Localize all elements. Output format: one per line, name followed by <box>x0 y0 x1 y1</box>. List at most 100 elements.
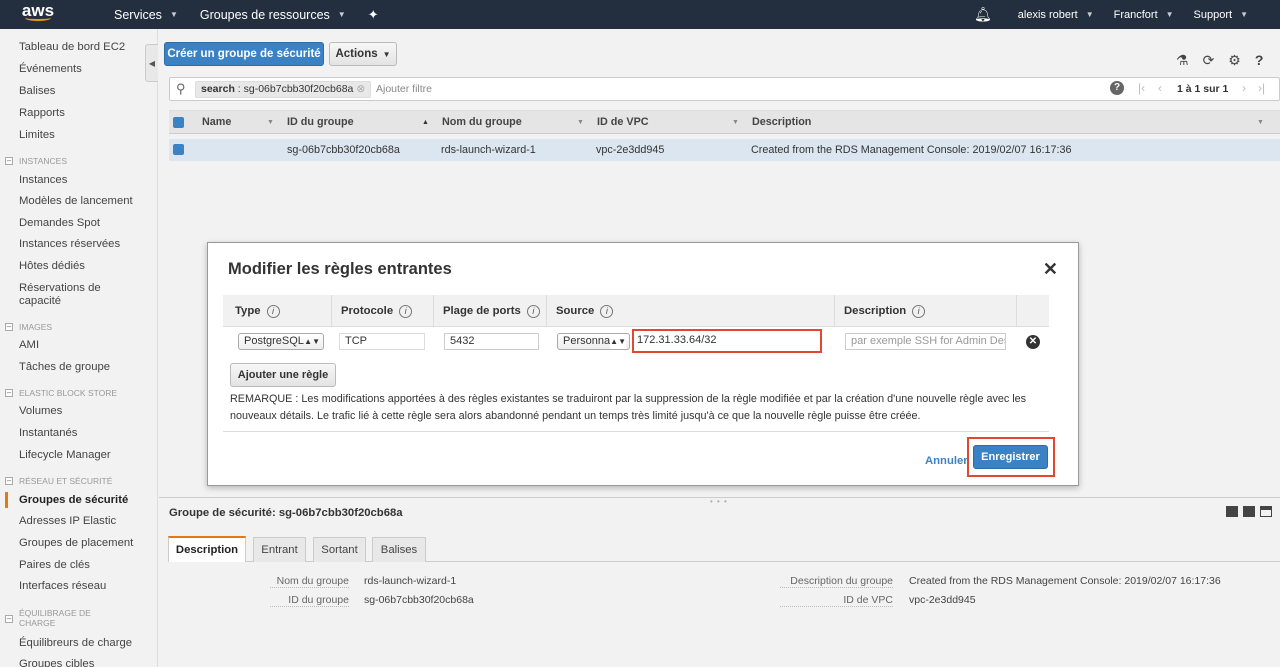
sidebar-item-ami[interactable]: AMI <box>19 339 154 352</box>
sidebar-item-dedicated[interactable]: Hôtes dédiés <box>19 260 154 273</box>
sort-asc-icon[interactable]: ▲ <box>422 111 429 135</box>
sidebar-item-spot[interactable]: Demandes Spot <box>19 217 154 230</box>
services-menu[interactable]: Services ▼ <box>114 8 178 22</box>
prev-page-icon[interactable]: ‹ <box>1158 81 1162 95</box>
sidebar-item-interfaces[interactable]: Interfaces réseau <box>19 580 154 593</box>
collapse-icon[interactable]: – <box>5 615 13 623</box>
token-value: sg-06b7cbb30f20cb68a <box>243 83 354 95</box>
sidebar-item-limits[interactable]: Limites <box>19 129 154 142</box>
sidebar-item-tags[interactable]: Balises <box>19 85 154 98</box>
sidebar-item-launch-templates[interactable]: Modèles de lancement <box>19 195 154 208</box>
sidebar-item-volumes[interactable]: Volumes <box>19 405 154 418</box>
description-input[interactable]: par exemple SSH for Admin Desktop <box>845 333 1006 350</box>
modal-title: Modifier les règles entrantes <box>228 260 452 278</box>
search-icon: ⚲ <box>176 81 186 96</box>
collapse-icon[interactable]: – <box>5 389 13 397</box>
resource-groups-menu[interactable]: Groupes de ressources ▼ <box>200 8 346 22</box>
sidebar-item-capacity[interactable]: Réservations de capacité <box>19 282 119 308</box>
row-description: Created from the RDS Management Console:… <box>751 144 1072 156</box>
type-value: PostgreSQL <box>244 335 304 347</box>
column-divider <box>834 295 835 327</box>
tab-description[interactable]: Description <box>168 536 246 562</box>
col-group-id[interactable]: ID du groupe <box>287 111 354 135</box>
sidebar-item-security-groups[interactable]: Groupes de sécurité <box>19 494 154 507</box>
aws-logo[interactable]: aws <box>0 2 76 21</box>
resize-handle[interactable]: • • • <box>710 497 728 506</box>
footer-divider <box>223 431 1049 432</box>
select-all-checkbox[interactable] <box>173 117 184 128</box>
layout-top-icon[interactable] <box>1260 506 1272 517</box>
gear-icon[interactable]: ⚙ <box>1228 52 1241 68</box>
sidebar-item-bundle[interactable]: Tâches de groupe <box>19 361 154 374</box>
collapse-icon[interactable]: – <box>5 477 13 485</box>
col-vpc-id[interactable]: ID de VPC <box>597 111 649 135</box>
group-id-label: ID du groupe <box>270 594 349 607</box>
sidebar-item-placement[interactable]: Groupes de placement <box>19 537 154 550</box>
chevron-down-icon: ▼ <box>382 49 391 59</box>
first-page-icon[interactable]: |‹ <box>1138 81 1145 95</box>
region-menu[interactable]: Francfort ▼ <box>1114 9 1174 21</box>
port-range-input[interactable]: 5432 <box>444 333 539 350</box>
info-icon[interactable]: i <box>266 304 280 318</box>
info-icon[interactable]: i <box>526 304 540 318</box>
tab-inbound[interactable]: Entrant <box>253 537 306 562</box>
col-name[interactable]: Name <box>202 111 231 135</box>
sidebar-item-lifecycle[interactable]: Lifecycle Manager <box>19 449 154 462</box>
add-rule-button[interactable]: Ajouter une règle <box>230 363 336 387</box>
source-type-select[interactable]: Personnalisé ▲▼ <box>557 333 630 350</box>
pin-icon[interactable]: ✦ <box>368 7 379 23</box>
sidebar-item-target-groups[interactable]: Groupes cibles <box>19 658 154 667</box>
sort-icon[interactable]: ▼ <box>267 111 274 135</box>
sidebar-item-elastic-ips[interactable]: Adresses IP Elastic <box>19 515 154 528</box>
help-icon[interactable]: ? <box>1110 81 1124 95</box>
col-description[interactable]: Description <box>752 111 811 135</box>
pagination-text: 1 à 1 sur 1 <box>1177 83 1229 95</box>
sort-icon[interactable]: ▼ <box>732 111 739 135</box>
close-icon[interactable]: ✕ <box>1043 259 1058 280</box>
remove-rule-icon[interactable]: ✕ <box>1026 335 1040 349</box>
add-rule-label: Ajouter une règle <box>237 369 329 381</box>
actions-button[interactable]: Actions ▼ <box>329 42 397 66</box>
info-icon[interactable]: i <box>912 304 926 318</box>
cancel-button[interactable]: Annuler <box>925 455 968 467</box>
sidebar-item-load-balancers[interactable]: Équilibreurs de charge <box>19 637 154 650</box>
table-row[interactable]: sg-06b7cbb30f20cb68a rds-launch-wizard-1… <box>169 139 1280 161</box>
last-page-icon[interactable]: ›| <box>1258 81 1265 95</box>
help-icon[interactable]: ? <box>1255 52 1264 68</box>
select-arrows-icon: ▲▼ <box>304 337 320 346</box>
search-token[interactable]: search : sg-06b7cbb30f20cb68a ⊗ <box>195 81 372 98</box>
info-icon[interactable]: i <box>600 304 614 318</box>
sidebar-toggle[interactable]: ◀ <box>145 44 158 82</box>
tab-outbound[interactable]: Sortant <box>313 537 366 562</box>
sidebar-item-key-pairs[interactable]: Paires de clés <box>19 559 154 572</box>
collapse-icon[interactable]: – <box>5 157 13 165</box>
type-select[interactable]: PostgreSQL ▲▼ <box>238 333 324 350</box>
sort-icon[interactable]: ▼ <box>577 111 584 135</box>
flask-icon[interactable]: ⚗ <box>1176 52 1189 68</box>
create-security-group-button[interactable]: Créer un groupe de sécurité <box>164 42 324 66</box>
refresh-icon[interactable]: ⟳ <box>1203 52 1215 68</box>
sidebar-item-reserved[interactable]: Instances réservées <box>19 238 154 251</box>
chevron-down-icon: ▼ <box>169 10 178 19</box>
layout-split-icon[interactable] <box>1243 506 1255 517</box>
column-divider <box>546 295 547 327</box>
support-menu[interactable]: Support ▼ <box>1194 9 1248 21</box>
next-page-icon[interactable]: › <box>1242 81 1246 95</box>
sidebar-item-dashboard[interactable]: Tableau de bord EC2 <box>19 41 154 54</box>
add-filter-placeholder[interactable]: Ajouter filtre <box>376 83 432 95</box>
close-icon[interactable]: ⊗ <box>356 83 365 95</box>
info-icon[interactable]: i <box>399 304 413 318</box>
sidebar-item-events[interactable]: Événements <box>19 63 154 76</box>
layout-bottom-icon[interactable] <box>1226 506 1238 517</box>
sidebar-item-reports[interactable]: Rapports <box>19 107 154 120</box>
bell-icon[interactable]: 🔔︎ <box>974 6 992 23</box>
sidebar-item-snapshots[interactable]: Instantanés <box>19 427 154 440</box>
search-bar[interactable]: ⚲ search : sg-06b7cbb30f20cb68a ⊗ Ajoute… <box>169 77 1280 101</box>
sort-icon[interactable]: ▼ <box>1257 111 1264 135</box>
col-group-name[interactable]: Nom du groupe <box>442 111 522 135</box>
sidebar-item-instances[interactable]: Instances <box>19 174 154 187</box>
tab-tags[interactable]: Balises <box>372 537 426 562</box>
user-menu[interactable]: alexis robert ▼ <box>1018 9 1094 21</box>
row-checkbox[interactable] <box>173 144 184 155</box>
collapse-icon[interactable]: – <box>5 323 13 331</box>
